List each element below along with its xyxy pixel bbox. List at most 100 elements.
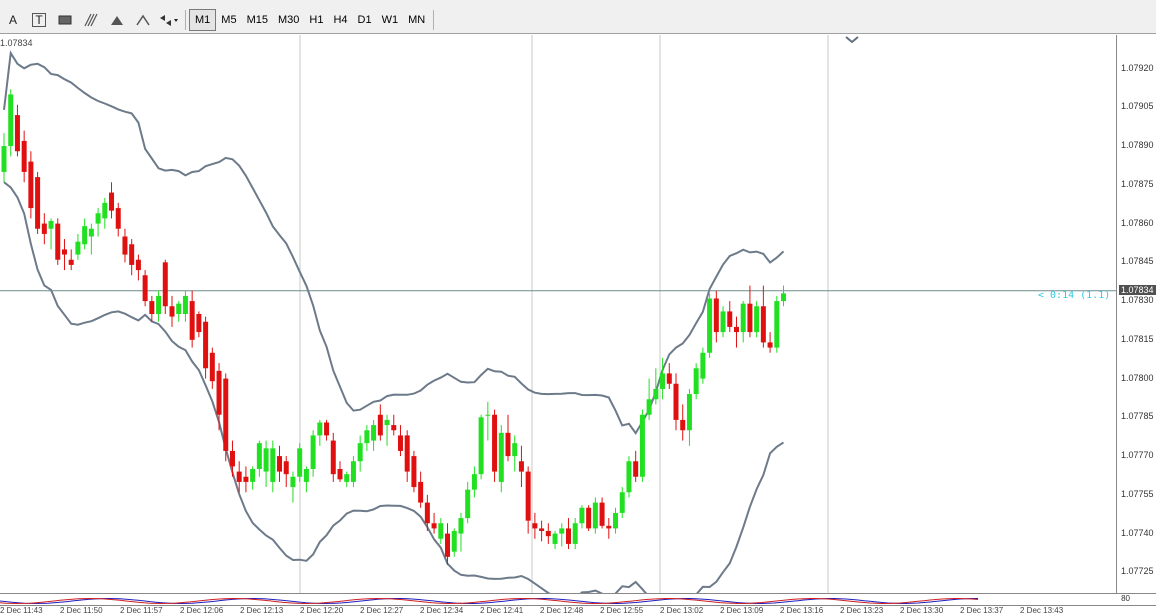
timeframe-h1[interactable]: H1 (304, 10, 328, 30)
fibonacci-tool-button[interactable] (80, 9, 102, 31)
candle-body-bear (545, 531, 551, 537)
candle-body-bull (579, 507, 585, 524)
arrow-up-tool-button[interactable] (106, 9, 128, 31)
candle-body-bear (14, 115, 20, 152)
candle-body-bear (115, 208, 121, 229)
time-axis-label: 2 Dec 13:09 (720, 606, 764, 615)
candle-body-bear (680, 419, 686, 431)
candle-body-bear (61, 249, 67, 255)
timeframe-d1[interactable]: D1 (353, 10, 377, 30)
timeframe-m15[interactable]: M15 (242, 10, 273, 30)
candle-body-bull (693, 368, 699, 395)
candle-body-bull (102, 202, 108, 219)
candle-body-bull (438, 523, 444, 539)
candle-body-bear (109, 192, 115, 211)
candle-body-bull (384, 419, 390, 426)
candle-body-bull (700, 352, 706, 379)
chart-shift-marker (845, 36, 859, 44)
candle-body-bull (95, 213, 101, 224)
candle-body-bear (633, 461, 639, 477)
text-label-tool-button[interactable]: T (28, 9, 50, 31)
timeframe-w1[interactable]: W1 (377, 10, 404, 30)
candle-body-bull (250, 469, 256, 482)
candlestick-chart[interactable] (0, 35, 1116, 593)
candle-body-bear (21, 140, 27, 172)
symbol-price-label: 1.07834 (0, 38, 33, 48)
time-axis-label: 2 Dec 13:37 (960, 606, 1004, 615)
candle-body-bear (505, 432, 511, 457)
price-axis-label: 1.07800 (1121, 372, 1154, 383)
candle-body-bear (565, 528, 571, 544)
candle-body-bear (525, 471, 531, 521)
candle-body-bull (48, 221, 54, 229)
price-axis-label: 1.07845 (1121, 256, 1154, 267)
candle-body-bear (586, 507, 592, 529)
candle-body-bull (317, 422, 323, 436)
candle-body-bear (162, 262, 168, 307)
candle-body-bull (720, 311, 726, 333)
timeframe-h4[interactable]: H4 (328, 10, 352, 30)
candle-body-bear (122, 236, 128, 255)
candle-body-bull (357, 443, 363, 462)
timeframe-m5[interactable]: M5 (216, 10, 241, 30)
candle-body-bear (236, 471, 242, 482)
time-axis-label: 2 Dec 13:30 (900, 606, 944, 615)
candle-body-bull (774, 301, 780, 348)
bollinger-upper-band (3, 50, 785, 436)
candle-body-bull (297, 448, 303, 477)
time-axis-label: 2 Dec 13:02 (660, 606, 704, 615)
objects-icon (160, 14, 178, 26)
price-axis-label: 1.07875 (1121, 178, 1154, 189)
price-axis-label: 1.07920 (1121, 62, 1154, 73)
candle-body-bull (498, 432, 504, 482)
timeframe-m1[interactable]: M1 (189, 8, 217, 31)
candle-body-bear (727, 311, 733, 327)
time-axis: 2 Dec 11:43 2 Dec 11:50 2 Dec 11:57 2 Dec 1… (0, 605, 1156, 616)
candle-body-bull (639, 414, 645, 477)
candle-body-bull (451, 531, 457, 552)
candle-body-bull (653, 388, 659, 400)
text-tool-button[interactable]: A (2, 9, 24, 31)
timeframe-m30[interactable]: M30 (273, 10, 304, 30)
candle-body-bull (552, 533, 558, 544)
candle-body-bear (733, 326, 739, 333)
candle-body-bear (431, 523, 437, 529)
candle-body-bear (189, 301, 195, 340)
time-axis-label: 2 Dec 12:41 (480, 606, 524, 615)
arrow-down-tool-button[interactable] (132, 9, 154, 31)
price-axis-label: 1.07740 (1121, 527, 1154, 538)
rectangle-tool-button[interactable] (54, 9, 76, 31)
candle-body-bull (512, 443, 518, 457)
candle-body-bear (397, 435, 403, 451)
time-axis-label: 2 Dec 11:57 (120, 606, 163, 615)
timeframe-mn[interactable]: MN (403, 10, 430, 30)
objects-dropdown-button[interactable] (158, 9, 180, 31)
candle-body-bear (418, 481, 424, 503)
price-axis[interactable]: 1.07920 1.07905 1.07890 1.07875 1.07860 1.078… (1116, 35, 1156, 593)
candle-body-bull (290, 476, 296, 488)
bollinger-lower-band (3, 181, 785, 593)
candle-body-bull (613, 512, 619, 529)
candle-body-bear (196, 314, 202, 333)
candle-body-bear (518, 461, 524, 472)
candle-body-bull (350, 461, 356, 482)
candle-body-bear (330, 440, 336, 475)
triangle-up-icon (111, 15, 123, 25)
price-axis-label: 1.07890 (1121, 140, 1154, 151)
candle-body-bear (445, 533, 451, 557)
price-chart[interactable] (0, 35, 1116, 593)
time-axis-label: 2 Dec 13:23 (840, 606, 884, 615)
candle-body-bear (767, 342, 773, 348)
toolbar-separator (185, 9, 186, 30)
candle-body-bear (203, 321, 209, 369)
price-axis-label: 1.07785 (1121, 411, 1154, 422)
candle-body-bull (559, 528, 565, 534)
candle-body-bull (478, 417, 484, 475)
time-axis-label: 2 Dec 12:48 (540, 606, 584, 615)
time-axis-label: 2 Dec 12:55 (600, 606, 644, 615)
candle-body-bear (747, 303, 753, 333)
candle-body-bear (41, 223, 47, 234)
price-axis-label: 1.07770 (1121, 450, 1154, 461)
candle-body-bull (626, 461, 632, 493)
shape-icon (136, 14, 150, 25)
